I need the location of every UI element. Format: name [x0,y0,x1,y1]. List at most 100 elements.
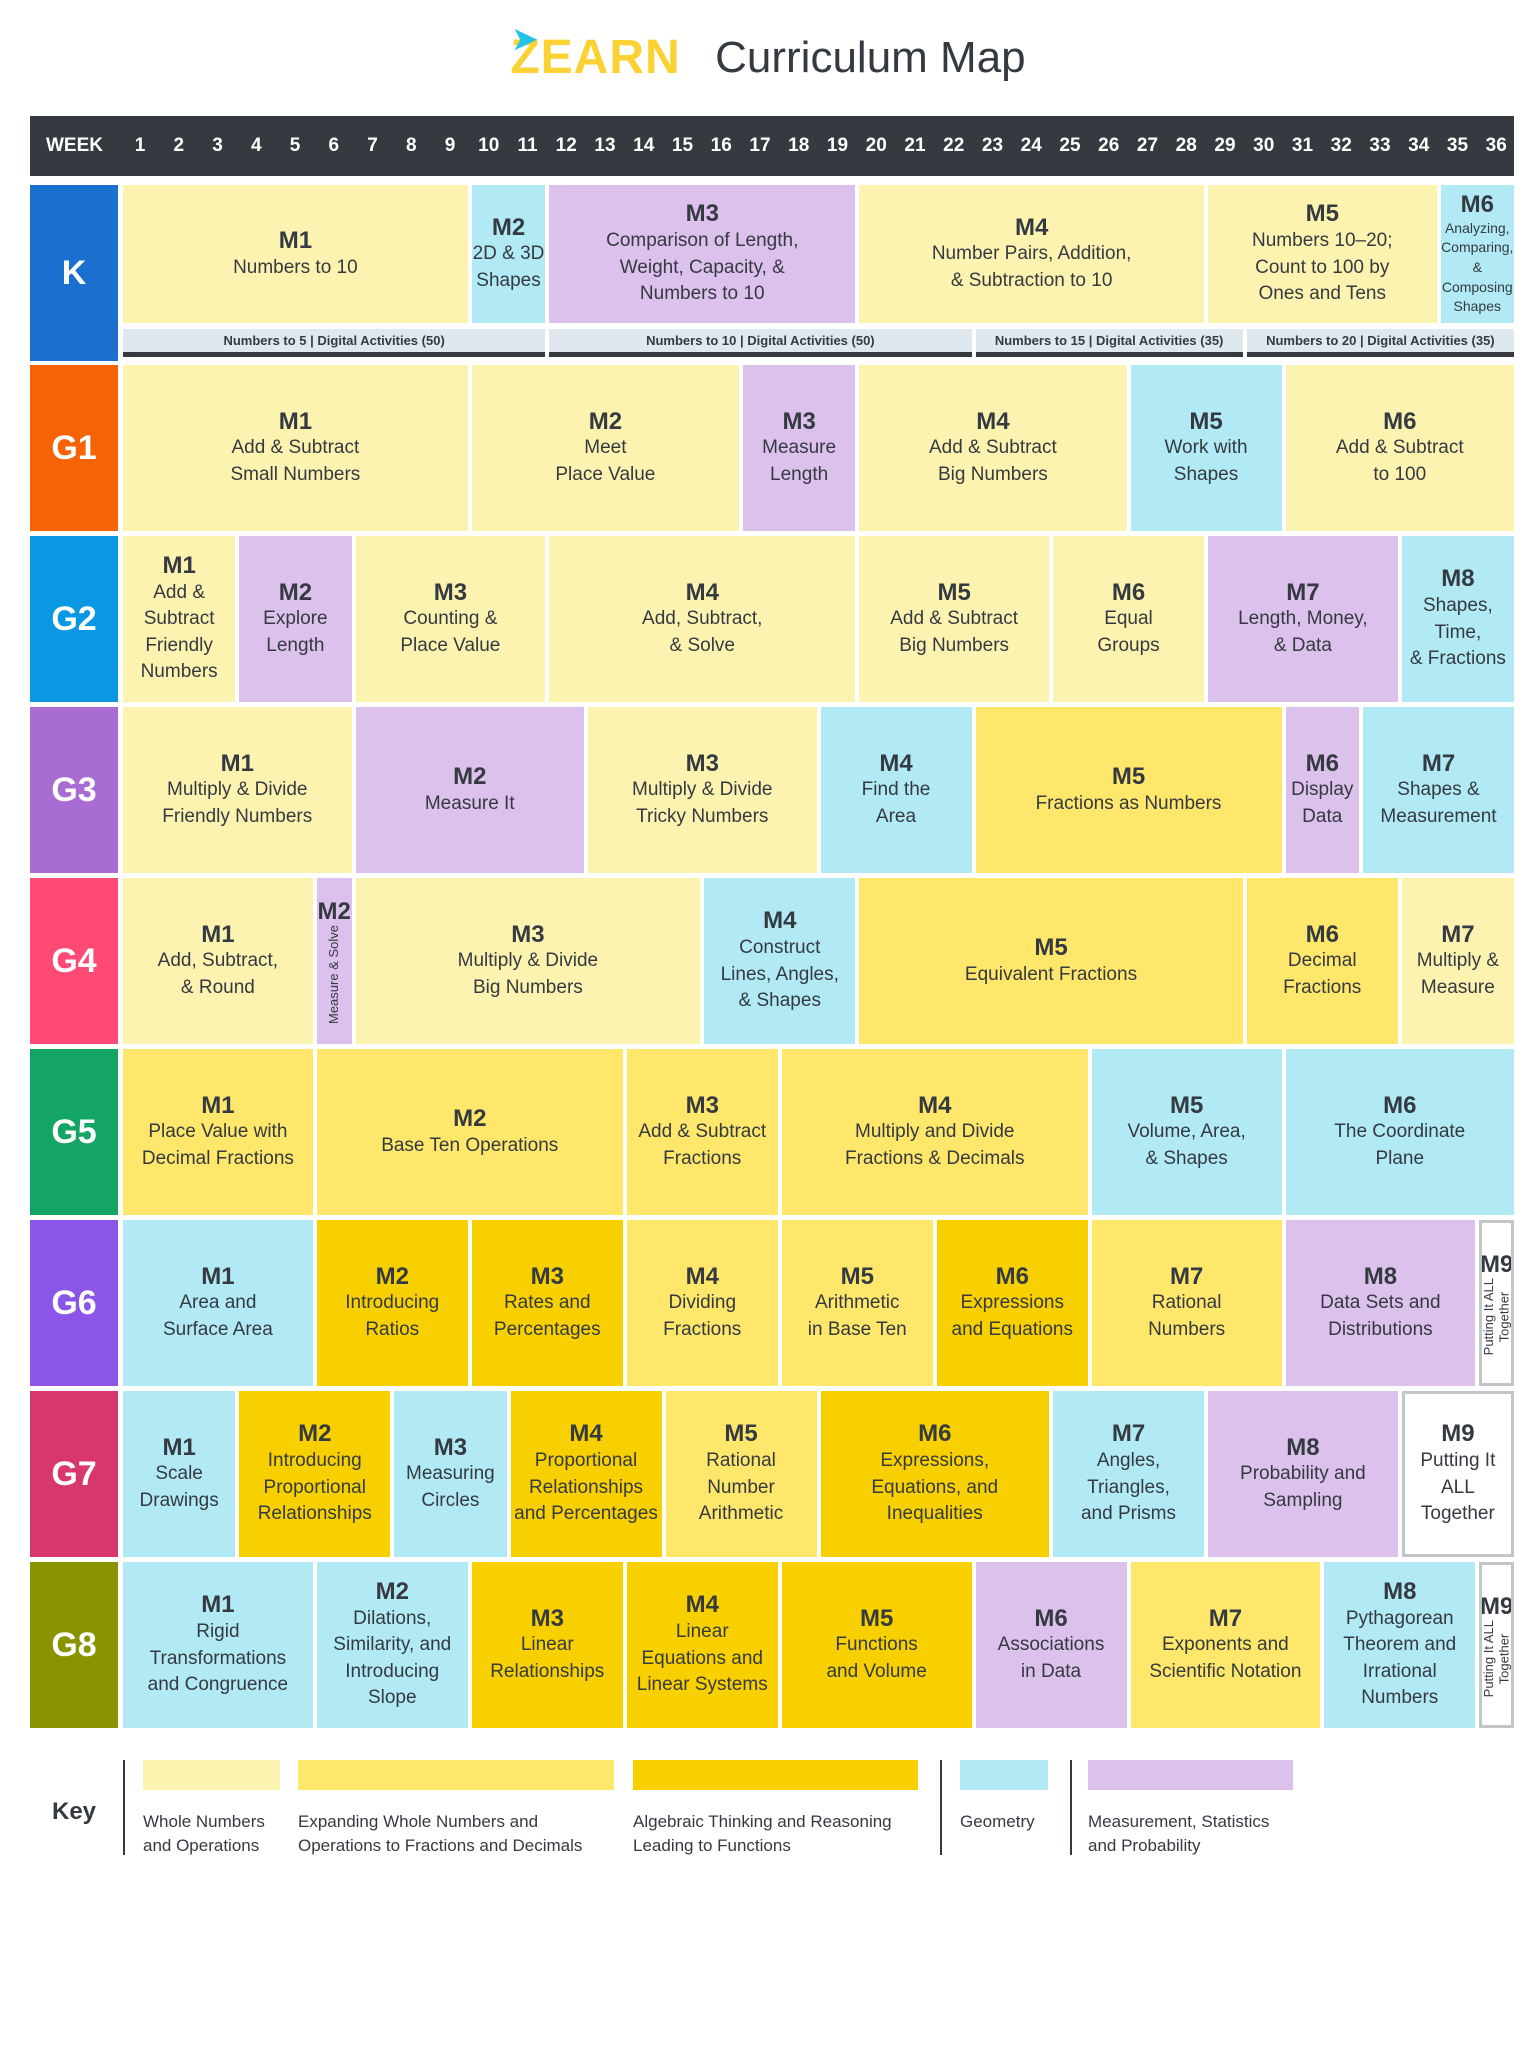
key-item-whole: Whole Numbers and Operations [143,1760,280,1858]
module-code: M3 [433,578,468,606]
module-g5-m4[interactable]: M4 Multiply and Divide Fractions & Decima… [781,1049,1088,1215]
module-g1-m4[interactable]: M4 Add & Subtract Big Numbers [859,365,1127,531]
module-g7-m9[interactable]: M9 Putting It ALL Together [1401,1391,1514,1557]
module-code: M1 [201,1591,235,1619]
module-g2-m4[interactable]: M4 Add, Subtract, & Solve [549,536,856,702]
module-g6-m1[interactable]: M1 Area and Surface Area [123,1220,313,1386]
grade-row-g2: G2 M1 Add & Subtract Friendly Numbers M2 Exp… [30,536,1514,702]
module-g2-m8[interactable]: M8 Shapes, Time, & Fractions [1401,536,1514,702]
module-k-m4[interactable]: M4 Number Pairs, Addition, & Subtraction … [859,185,1204,323]
module-name: Find the Area [861,779,931,827]
module-g8-m2[interactable]: M2 Dilations, Similarity, and Introducing… [316,1562,468,1728]
key-swatch [1088,1760,1293,1790]
week-number: 28 [1175,135,1197,156]
module-name: Expressions, Equations, and Inequalities [871,1449,999,1525]
module-g7-m5[interactable]: M5 Rational Number Arithmetic [665,1391,817,1557]
module-code: M6 [1383,407,1417,435]
module-code: M7 [1169,1262,1204,1290]
module-g2-m5[interactable]: M5 Add & Subtract Big Numbers [859,536,1049,702]
module-g3-m1[interactable]: M1 Multiply & Divide Friendly Numbers [123,707,352,873]
digital-activities-bar: Numbers to 5 | Digital Activities (50) [123,329,546,357]
module-g5-m6[interactable]: M6 The Coordinate Plane [1285,1049,1514,1215]
module-code: M4 [918,1091,952,1119]
module-g6-m3[interactable]: M3 Rates and Percentages [471,1220,623,1386]
module-code: M3 [685,1091,719,1119]
grade-label: G4 [30,878,118,1044]
module-g2-m7[interactable]: M7 Length, Money, & Data [1208,536,1398,702]
module-g6-m5[interactable]: M5 Arithmetic in Base Ten [781,1220,933,1386]
module-g8-m3[interactable]: M3 Linear Relationships [471,1562,623,1728]
module-k-m2[interactable]: M2 2D & 3D Shapes [471,185,546,323]
module-g7-m2[interactable]: M2 Introducing Proportional Relationships [239,1391,391,1557]
module-g3-m5[interactable]: M5 Fractions as Numbers [975,707,1282,873]
module-k-m6[interactable]: M6 Analyzing, Comparing, & Composing Shap… [1440,185,1514,323]
module-g6-m8[interactable]: M8 Data Sets and Distributions [1285,1220,1476,1386]
module-g1-m6[interactable]: M6 Add & Subtract to 100 [1285,365,1514,531]
week-number: 10 [478,135,500,156]
module-k-m5[interactable]: M5 Numbers 10–20; Count to 100 by Ones an… [1208,185,1437,323]
module-g8-m7[interactable]: M7 Exponents and Scientific Notation [1130,1562,1321,1728]
module-g1-m5[interactable]: M5 Work with Shapes [1130,365,1282,531]
key-item-geometry: Geometry [960,1760,1048,1834]
module-g7-m1[interactable]: M1 Scale Drawings [123,1391,236,1557]
module-k-m3[interactable]: M3 Comparison of Length, Weight, Capacity… [549,185,856,323]
module-g1-m1[interactable]: M1 Add & Subtract Small Numbers [123,365,468,531]
module-name: Work with Shapes [1164,437,1248,485]
module-g4-m5[interactable]: M5 Equivalent Fractions [859,878,1243,1044]
week-number: 14 [633,135,655,156]
module-g6-m9[interactable]: M9 Putting It ALL Together [1479,1220,1514,1386]
module-g5-m1[interactable]: M1 Place Value with Decimal Fractions [123,1049,313,1215]
module-g4-m3[interactable]: M3 Multiply & Divide Big Numbers [355,878,701,1044]
module-g3-m7[interactable]: M7 Shapes & Measurement [1363,707,1514,873]
module-g7-m6[interactable]: M6 Expressions, Equations, and Inequaliti… [820,1391,1049,1557]
module-name: Add, Subtract, & Round [157,950,279,998]
module-g6-m4[interactable]: M4 Dividing Fractions [626,1220,778,1386]
module-g8-m8[interactable]: M8 Pythagorean Theorem and Irrational Num… [1324,1562,1476,1728]
module-g6-m7[interactable]: M7 Rational Numbers [1091,1220,1282,1386]
module-g4-m2[interactable]: M2 Measure & Solve [316,878,352,1044]
module-g2-m1[interactable]: M1 Add & Subtract Friendly Numbers [123,536,236,702]
module-g3-m6[interactable]: M6 Display Data [1285,707,1359,873]
module-name: Rates and Percentages [493,1292,601,1340]
module-code: M9 [1441,1420,1475,1448]
module-g5-m3[interactable]: M3 Add & Subtract Fractions [626,1049,778,1215]
legend-key: Key Whole Numbers and Operations Expandin… [30,1760,1514,1880]
module-g8-m6[interactable]: M6 Associations in Data [975,1562,1127,1728]
module-g7-m7[interactable]: M7 Angles, Triangles, and Prisms [1053,1391,1204,1557]
module-g7-m4[interactable]: M4 Proportional Relationships and Percent… [510,1391,662,1557]
module-g5-m2[interactable]: M2 Base Ten Operations [316,1049,623,1215]
module-g7-m3[interactable]: M3 Measuring Circles [394,1391,507,1557]
module-g2-m3[interactable]: M3 Counting & Place Value [355,536,546,702]
module-g1-m2[interactable]: M2 Meet Place Value [471,365,739,531]
key-item-expanding: Expanding Whole Numbers and Operations t… [298,1760,614,1858]
module-g3-m2[interactable]: M2 Measure It [355,707,584,873]
module-g3-m3[interactable]: M3 Multiply & Divide Tricky Numbers [588,707,817,873]
module-name: Angles, Triangles, and Prisms [1080,1449,1177,1525]
module-k-m1[interactable]: M1 Numbers to 10 [123,185,468,323]
module-g8-m9[interactable]: M9 Putting It ALL Together [1479,1562,1514,1728]
module-g6-m6[interactable]: M6 Expressions and Equations [936,1220,1088,1386]
module-name: Add & Subtract Big Numbers [890,608,1019,656]
module-g4-m6[interactable]: M6 Decimal Fractions [1246,878,1398,1044]
module-code: M2 [298,1420,332,1448]
week-number: 17 [749,135,771,156]
module-g4-m7[interactable]: M7 Multiply & Measure [1401,878,1514,1044]
module-g8-m1[interactable]: M1 Rigid Transformations and Congruence [123,1562,313,1728]
module-g1-m3[interactable]: M3 Measure Length [743,365,856,531]
module-g8-m5[interactable]: M5 Functions and Volume [781,1562,972,1728]
module-g6-m2[interactable]: M2 Introducing Ratios [316,1220,468,1386]
digital-activities-bar: Numbers to 15 | Digital Activities (35) [975,329,1243,357]
module-code: M2 [588,407,623,435]
module-g3-m4[interactable]: M4 Find the Area [820,707,972,873]
key-label: Key [52,1798,97,1825]
week-number: 25 [1059,135,1081,156]
module-g4-m1[interactable]: M1 Add, Subtract, & Round [123,878,313,1044]
module-g4-m4[interactable]: M4 Construct Lines, Angles, & Shapes [704,878,856,1044]
module-g2-m2[interactable]: M2 Explore Length [239,536,352,702]
module-g8-m4[interactable]: M4 Linear Equations and Linear Systems [626,1562,778,1728]
week-number: 35 [1446,135,1469,156]
module-g5-m5[interactable]: M5 Volume, Area, & Shapes [1091,1049,1282,1215]
module-g2-m6[interactable]: M6 Equal Groups [1053,536,1204,702]
module-g7-m8[interactable]: M8 Probability and Sampling [1208,1391,1398,1557]
week-number: 6 [328,135,340,156]
